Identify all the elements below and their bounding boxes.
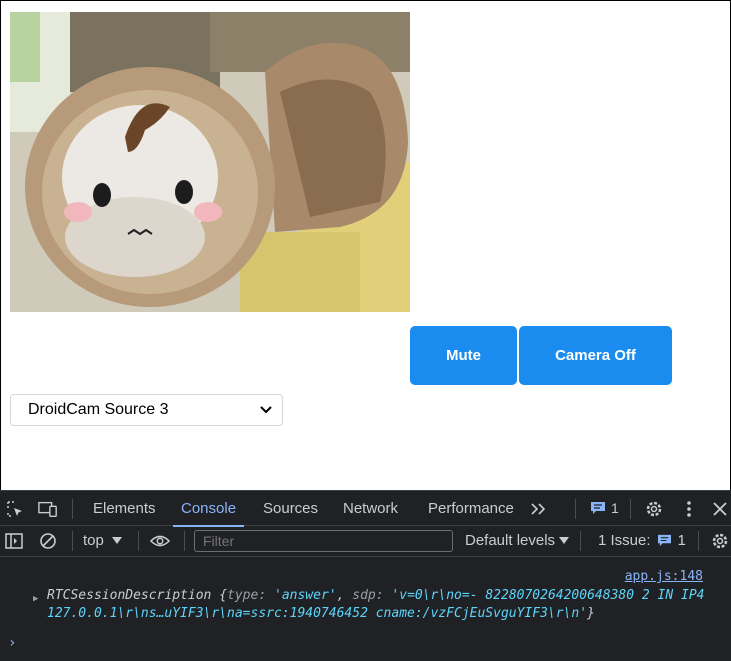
console-output: app.js:148 ▶ RTCSessionDescription {type…: [0, 557, 731, 661]
toolbar-divider: [138, 531, 139, 551]
toolbar-divider: [575, 499, 576, 519]
sidebar-toggle-icon[interactable]: [4, 531, 24, 551]
issues-counter[interactable]: 1 Issue: 1: [598, 532, 686, 549]
triangle-down-icon: [111, 537, 122, 544]
devtools-tab-bar: Elements Console Sources Network Perform…: [0, 490, 731, 527]
tab-elements[interactable]: Elements: [93, 491, 156, 526]
comma: ,: [336, 588, 353, 603]
gear-icon[interactable]: [644, 499, 664, 519]
camera-source-selected-value: DroidCam Source 3: [28, 401, 169, 418]
open-brace: {: [211, 588, 228, 603]
chevron-down-icon: [260, 406, 272, 414]
messages-count: 1: [611, 500, 619, 516]
camera-off-button[interactable]: Camera Off: [519, 326, 672, 385]
tab-network[interactable]: Network: [343, 491, 398, 526]
tab-sources[interactable]: Sources: [263, 491, 318, 526]
mute-button[interactable]: Mute: [410, 326, 517, 385]
source-link[interactable]: app.js:148: [625, 569, 703, 584]
device-toolbar-icon[interactable]: [38, 499, 58, 519]
close-brace: }: [587, 606, 595, 621]
issues-count: 1: [677, 532, 686, 549]
object-name: RTCSessionDescription: [47, 588, 212, 603]
clear-console-icon[interactable]: [38, 531, 58, 551]
camera-source-select[interactable]: DroidCam Source 3: [10, 394, 283, 426]
message-icon: [591, 502, 605, 514]
console-filter-input[interactable]: [194, 530, 453, 552]
sdp-key: sdp: [352, 588, 376, 603]
toolbar-divider: [580, 531, 581, 551]
toolbar-divider: [72, 531, 73, 551]
console-prompt-icon[interactable]: ›: [8, 635, 16, 651]
devtools-panel: Elements Console Sources Network Perform…: [0, 490, 731, 661]
console-message[interactable]: ▶ RTCSessionDescription {type: 'answer',…: [33, 587, 723, 623]
tab-console[interactable]: Console: [172, 491, 245, 527]
colon: :: [375, 588, 392, 603]
triangle-down-icon: [559, 537, 570, 544]
message-icon: [657, 534, 671, 547]
toolbar-divider: [72, 499, 73, 519]
toolbar-divider: [184, 531, 185, 551]
issues-label: 1 Issue:: [598, 532, 651, 549]
messages-badge[interactable]: 1: [590, 500, 619, 516]
toolbar-divider: [698, 531, 699, 551]
toolbar-divider: [630, 499, 631, 519]
context-selector-label: top: [83, 532, 104, 549]
chevron-double-right-icon[interactable]: [529, 499, 549, 519]
console-toolbar: top Default levels 1 Issue: 1: [0, 526, 731, 557]
web-page: Mute Camera Off DroidCam Source 3: [0, 0, 731, 491]
type-value: 'answer': [274, 588, 337, 603]
colon: :: [258, 588, 274, 603]
type-key: type: [227, 588, 259, 603]
local-video-preview: [10, 12, 410, 312]
camera-frame-image: [10, 12, 410, 312]
close-icon[interactable]: [710, 499, 730, 519]
eye-icon[interactable]: [150, 531, 170, 551]
log-levels-label: Default levels: [465, 532, 556, 549]
gear-icon[interactable]: [710, 531, 730, 551]
expand-triangle-icon[interactable]: ▶: [33, 590, 38, 608]
log-levels-dropdown[interactable]: Default levels: [465, 532, 570, 549]
context-selector[interactable]: top: [83, 532, 122, 549]
tab-performance[interactable]: Performance: [428, 491, 514, 526]
inspect-element-icon[interactable]: [5, 499, 25, 519]
more-options-icon[interactable]: [679, 499, 699, 519]
